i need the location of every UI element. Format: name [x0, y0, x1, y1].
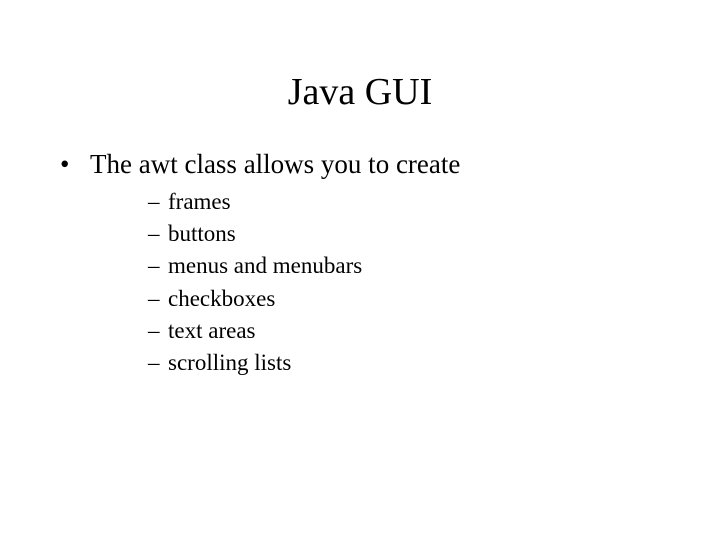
- list-item: checkboxes: [148, 283, 660, 315]
- slide-title: Java GUI: [60, 70, 660, 114]
- list-item: menus and menubars: [148, 250, 660, 282]
- main-bullet: The awt class allows you to create frame…: [60, 149, 660, 379]
- list-item: scrolling lists: [148, 347, 660, 379]
- list-item: buttons: [148, 218, 660, 250]
- list-item: text areas: [148, 315, 660, 347]
- main-bullet-text: The awt class allows you to create: [90, 149, 460, 179]
- list-item: frames: [148, 186, 660, 218]
- main-list: The awt class allows you to create frame…: [60, 149, 660, 379]
- sub-list: frames buttons menus and menubars checkb…: [90, 186, 660, 379]
- slide-content: Java GUI The awt class allows you to cre…: [0, 0, 720, 427]
